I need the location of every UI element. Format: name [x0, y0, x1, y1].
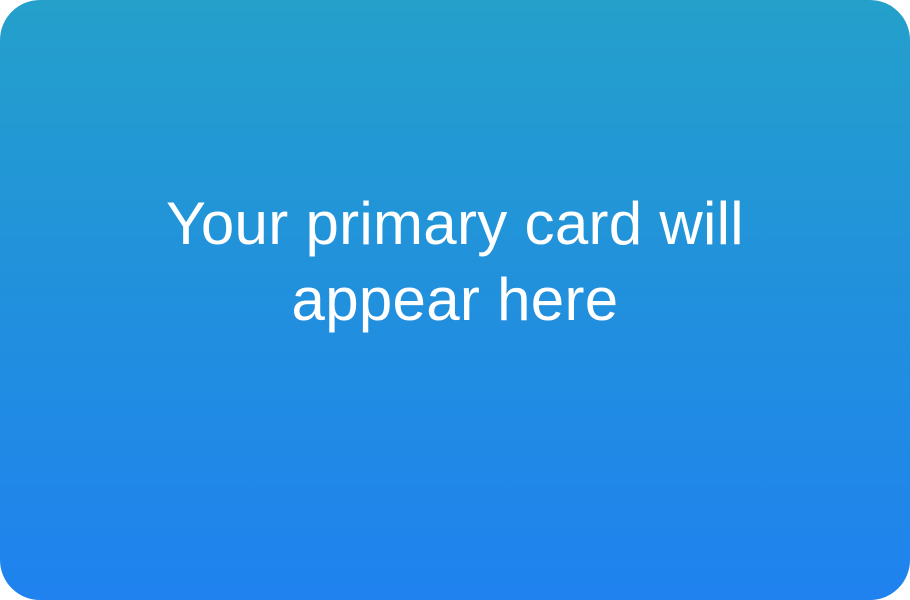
- primary-card-placeholder: Your primary card will appear here: [0, 0, 910, 600]
- placeholder-message: Your primary card will appear here: [166, 190, 744, 333]
